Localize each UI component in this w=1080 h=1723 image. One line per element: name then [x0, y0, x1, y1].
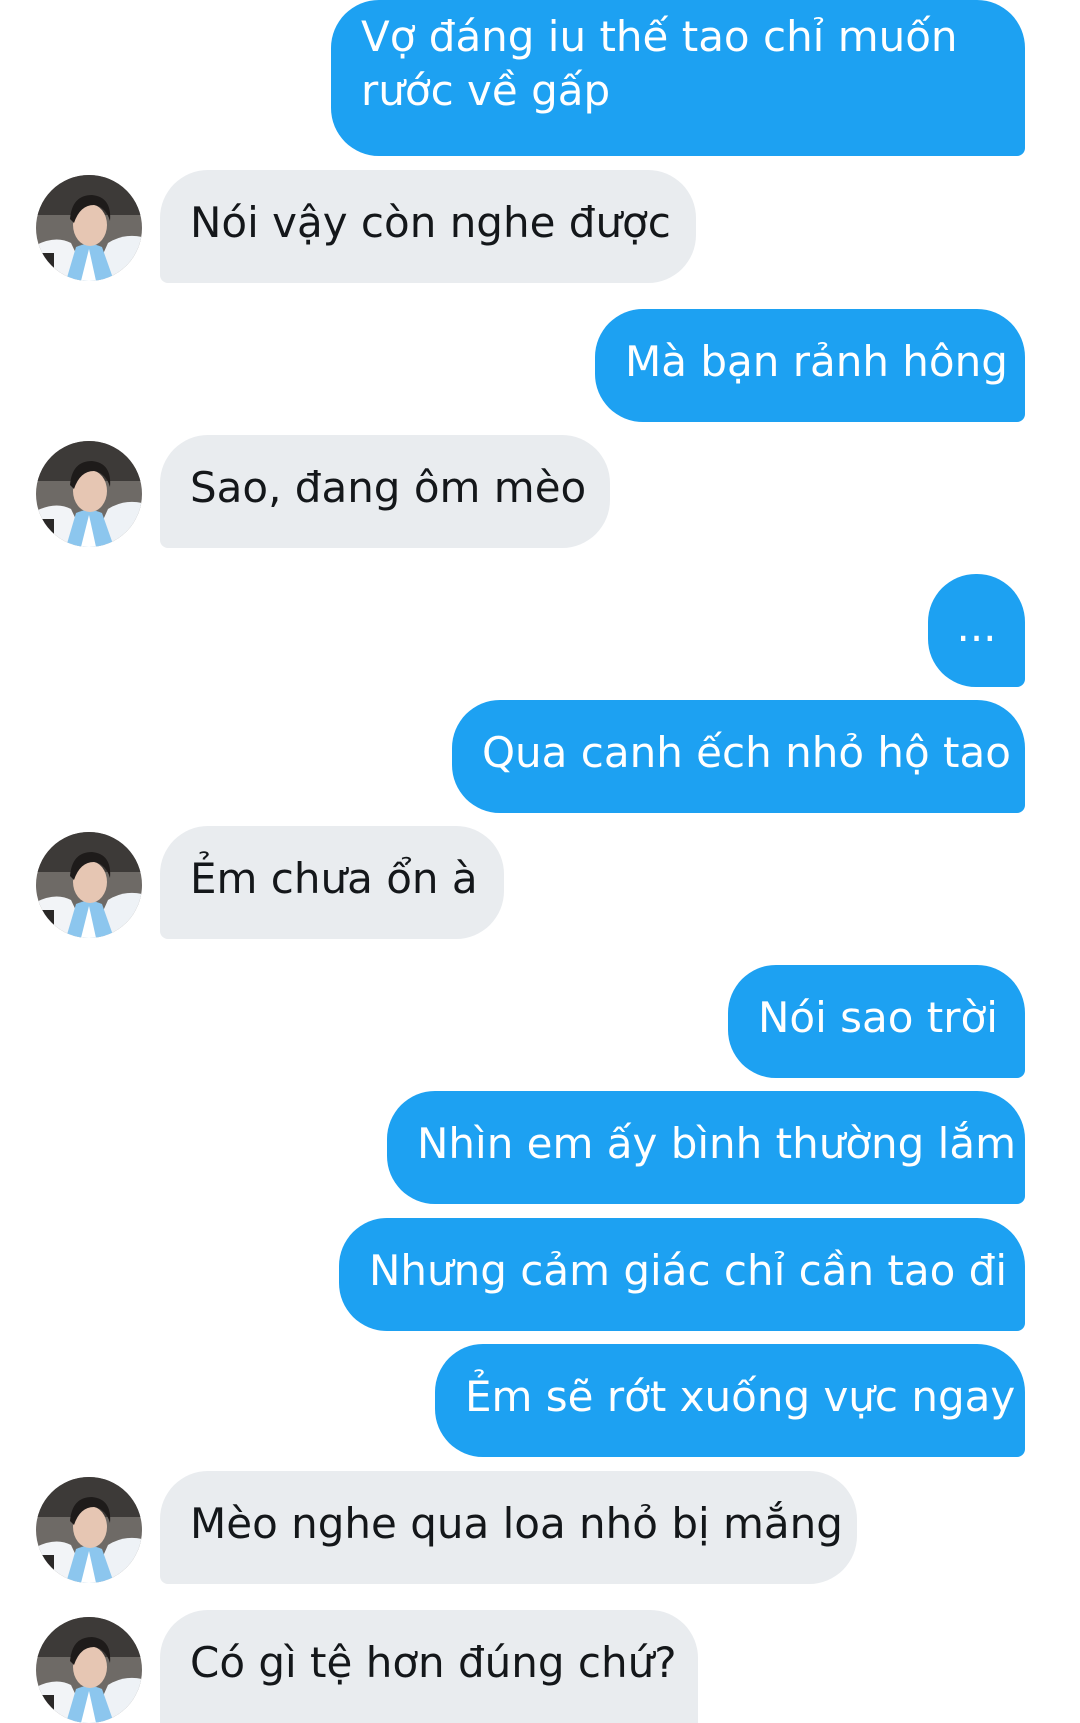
message-text: Nhưng cảm giác chỉ cần tao đi — [369, 1246, 1007, 1295]
sent-message-bubble[interactable]: Nhìn em ấy bình thường lắm — [387, 1091, 1025, 1204]
received-message-bubble[interactable]: Sao, đang ôm mèo — [160, 435, 610, 548]
message-text: Mèo nghe qua loa nhỏ bị mắng — [190, 1499, 843, 1548]
message-text: Ẻm sẽ rớt xuống vực ngay — [465, 1372, 1016, 1421]
message-text: Nói vậy còn nghe được — [190, 198, 671, 247]
friend-avatar[interactable] — [36, 175, 142, 281]
received-message-bubble[interactable]: Ẻm chưa ổn à — [160, 826, 504, 939]
message-text: Có gì tệ hơn đúng chứ? — [190, 1638, 677, 1687]
message-text-line: rước về gấp — [361, 66, 611, 115]
message-text: Nói sao trời — [758, 993, 998, 1042]
message-text: Sao, đang ôm mèo — [190, 463, 587, 512]
message-text: Nhìn em ấy bình thường lắm — [417, 1119, 1016, 1168]
friend-avatar[interactable] — [36, 1477, 142, 1583]
message-text: Mà bạn rảnh hông — [625, 337, 1008, 386]
message-text-line: Vợ đáng iu thế tao chỉ muốn — [361, 12, 958, 61]
sent-message-bubble[interactable]: Nhưng cảm giác chỉ cần tao đi — [339, 1218, 1025, 1331]
friend-avatar[interactable] — [36, 441, 142, 547]
sent-message-bubble[interactable]: Vợ đáng iu thế tao chỉ muốn rước về gấp — [331, 0, 1025, 156]
sent-message-bubble[interactable]: Nói sao trời — [728, 965, 1025, 1078]
received-message-bubble[interactable]: Nói vậy còn nghe được — [160, 170, 696, 283]
message-text: Ẻm chưa ổn à — [190, 854, 478, 903]
friend-avatar[interactable] — [36, 1617, 142, 1723]
received-message-bubble[interactable]: Mèo nghe qua loa nhỏ bị mắng — [160, 1471, 857, 1584]
message-text: ... — [956, 602, 997, 651]
message-text: Qua canh ếch nhỏ hộ tao — [482, 728, 1011, 777]
sent-message-bubble[interactable]: Qua canh ếch nhỏ hộ tao — [452, 700, 1025, 813]
sent-message-bubble[interactable]: Ẻm sẽ rớt xuống vực ngay — [435, 1344, 1025, 1457]
received-message-bubble[interactable]: Có gì tệ hơn đúng chứ? — [160, 1610, 698, 1723]
sent-message-bubble[interactable]: ... — [928, 574, 1025, 687]
sent-message-bubble[interactable]: Mà bạn rảnh hông — [595, 309, 1025, 422]
friend-avatar[interactable] — [36, 832, 142, 938]
